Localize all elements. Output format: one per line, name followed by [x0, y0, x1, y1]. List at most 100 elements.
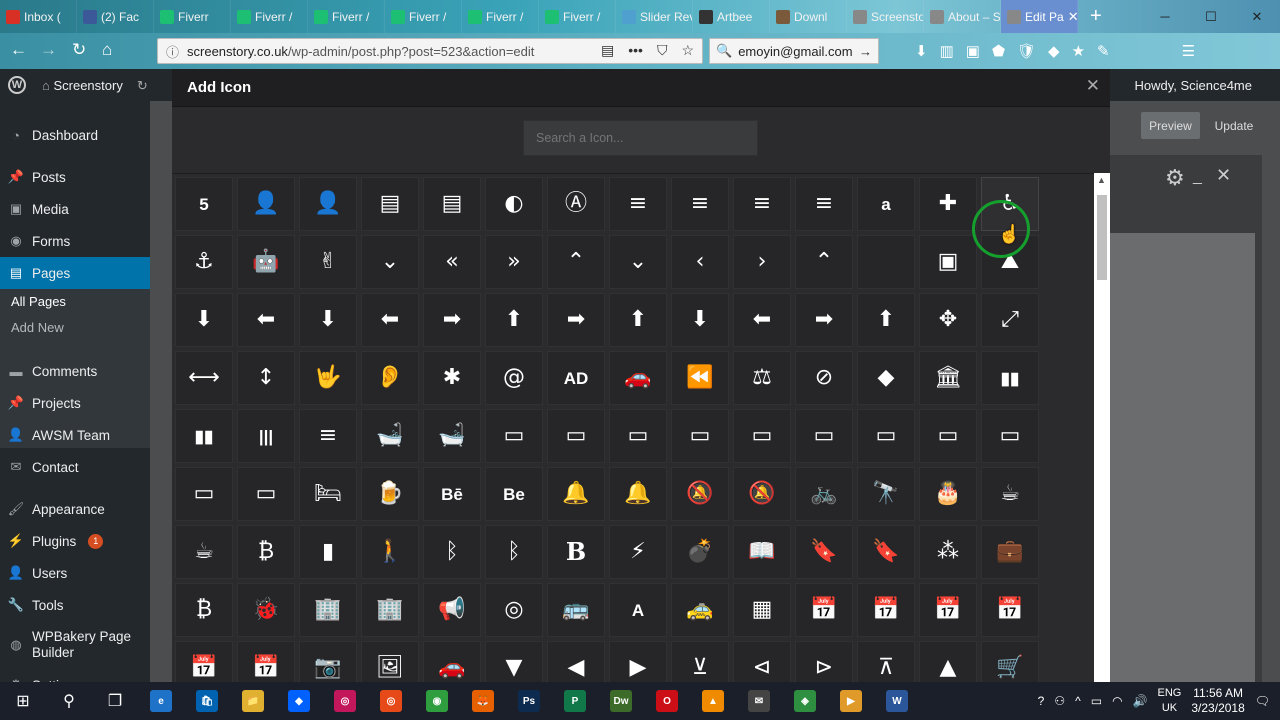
icon-option[interactable]: 🎂	[919, 467, 977, 521]
icon-option[interactable]: ▭	[671, 409, 729, 463]
icon-option[interactable]: ⊼	[857, 641, 915, 682]
icon-option[interactable]: ◀	[547, 641, 605, 682]
icon-option[interactable]: ▭	[795, 409, 853, 463]
icon-option[interactable]: 💼	[981, 525, 1039, 579]
icon-option[interactable]: ‹	[671, 235, 729, 289]
icon-option[interactable]: ▭	[547, 409, 605, 463]
app-icon[interactable]: ◈	[782, 682, 828, 720]
sidebar-item-awsm-team[interactable]: 👤 AWSM Team	[8, 427, 110, 443]
library-icon[interactable]: ▥	[940, 42, 954, 60]
dropbox-icon[interactable]: ◆	[276, 682, 322, 720]
icon-option[interactable]: ≡	[795, 177, 853, 231]
icon-option[interactable]: ⊳	[795, 641, 853, 682]
reader-icon[interactable]: ▤	[601, 42, 614, 59]
icon-option[interactable]: 🚕	[671, 583, 729, 637]
extension-icon-2[interactable]: ⬟	[992, 42, 1005, 60]
sidebar-item-posts[interactable]: 📌 Posts	[8, 169, 66, 185]
icon-option[interactable]: 5	[175, 177, 233, 231]
icon-option[interactable]: ⊻	[671, 641, 729, 682]
icon-option[interactable]: ⊘	[795, 351, 853, 405]
icon-option[interactable]: 🛏	[299, 467, 357, 521]
icon-option[interactable]: 🛁	[361, 409, 419, 463]
icon-option[interactable]: ▶	[609, 641, 667, 682]
icon-option[interactable]: ⚓	[175, 235, 233, 289]
icon-option[interactable]: ⬇	[299, 293, 357, 347]
submenu-add-new[interactable]: Add New	[11, 320, 64, 335]
menu-icon[interactable]: ☰	[1182, 42, 1195, 60]
howdy-user[interactable]: Howdy, Science4me	[1134, 78, 1252, 93]
minimize-icon[interactable]: _	[1193, 168, 1202, 186]
reload-icon[interactable]: ↻	[72, 40, 86, 60]
icon-option[interactable]: 🔭	[857, 467, 915, 521]
icon-option[interactable]: ⏪	[671, 351, 729, 405]
icon-option[interactable]: 🚗	[609, 351, 667, 405]
icon-option[interactable]: 👤	[237, 177, 295, 231]
icon-option[interactable]: ⚖	[733, 351, 791, 405]
icon-option[interactable]: ▣	[919, 235, 977, 289]
icon-option[interactable]: ⬆	[857, 293, 915, 347]
wordpress-logo-icon[interactable]: W	[8, 76, 26, 94]
icon-option[interactable]: 🛁	[423, 409, 481, 463]
icon-option[interactable]: Be	[485, 467, 543, 521]
scroll-up-icon[interactable]: ▲	[1097, 175, 1106, 185]
icon-option[interactable]: 🏢	[361, 583, 419, 637]
clock[interactable]: 11:56 AM 3/23/2018	[1191, 686, 1244, 716]
sidebar-item-projects[interactable]: 📌 Projects	[8, 395, 81, 411]
icon-option[interactable]: ▭	[981, 409, 1039, 463]
browser-tab[interactable]: Fiverr /	[308, 0, 385, 33]
icon-option[interactable]: 👂	[361, 351, 419, 405]
close-tab-icon[interactable]: ✕	[1068, 9, 1077, 25]
app-icon[interactable]: ◎	[322, 682, 368, 720]
site-name-link[interactable]: ⌂ Screenstory ↻	[42, 78, 148, 94]
icon-option[interactable]: 🔕	[733, 467, 791, 521]
home-icon[interactable]: ⌂	[102, 40, 112, 60]
icon-option[interactable]: Ⓐ	[547, 177, 605, 231]
icon-option[interactable]: ⚡	[609, 525, 667, 579]
icon-option[interactable]: ⌄	[361, 235, 419, 289]
icon-option[interactable]: ▼	[485, 641, 543, 682]
start-windows-icon[interactable]: ⊞	[0, 682, 46, 720]
icon-option[interactable]: 💣	[671, 525, 729, 579]
icon-option[interactable]: 🚲	[795, 467, 853, 521]
icon-option[interactable]: ₿	[237, 525, 295, 579]
icon-option[interactable]: ›	[733, 235, 791, 289]
icon-option[interactable]: ▮▮	[981, 351, 1039, 405]
browser-tab[interactable]: Inbox (	[0, 0, 77, 33]
browser-tab[interactable]: Fiverr /	[462, 0, 539, 33]
icon-option[interactable]: 🤖	[237, 235, 295, 289]
icon-option[interactable]: ₿	[175, 583, 233, 637]
icon-option[interactable]: ⬇	[175, 293, 233, 347]
icon-option[interactable]: 🔔	[547, 467, 605, 521]
icon-option[interactable]: ⤢	[981, 293, 1039, 347]
browser-tab[interactable]: Edit Pa ✕	[1001, 0, 1078, 33]
icon-option[interactable]: ☕	[175, 525, 233, 579]
icon-option[interactable]: 🚌	[547, 583, 605, 637]
icon-option[interactable]: 📅	[795, 583, 853, 637]
icon-option[interactable]: ▭	[485, 409, 543, 463]
icon-option[interactable]: |||	[237, 409, 295, 463]
icon-option[interactable]: ✚	[919, 177, 977, 231]
icon-search-input[interactable]	[523, 120, 758, 156]
icon-option[interactable]: 🔔	[609, 467, 667, 521]
icon-option[interactable]: 🔖	[857, 525, 915, 579]
dreamweaver-icon[interactable]: Dw	[598, 682, 644, 720]
icon-option[interactable]: 🤟	[299, 351, 357, 405]
icon-option[interactable]: ➡	[547, 293, 605, 347]
search-input[interactable]: 🔍 emoyin@gmail.com →	[709, 38, 879, 64]
icon-option[interactable]: ▤	[361, 177, 419, 231]
icon-option[interactable]: ⬆	[485, 293, 543, 347]
language-indicator[interactable]: ENG UK	[1158, 686, 1182, 716]
sidebar-item-media[interactable]: ▣ Media	[8, 201, 69, 217]
icon-option[interactable]: ◎	[485, 583, 543, 637]
browser-tab[interactable]: Fiverr /	[385, 0, 462, 33]
vlc-icon[interactable]: ▲	[690, 682, 736, 720]
icon-option[interactable]: ↕	[237, 351, 295, 405]
file-explorer-icon[interactable]: 📁	[230, 682, 276, 720]
icon-option[interactable]	[857, 235, 915, 289]
sidebar-item-plugins[interactable]: ⚡ Plugins 1	[8, 533, 104, 549]
icon-option[interactable]: ✱	[423, 351, 481, 405]
browser-tab[interactable]: Artbee	[693, 0, 770, 33]
icon-option[interactable]: ≡	[733, 177, 791, 231]
icon-option[interactable]: ▮	[299, 525, 357, 579]
submenu-all-pages[interactable]: All Pages	[11, 294, 66, 309]
